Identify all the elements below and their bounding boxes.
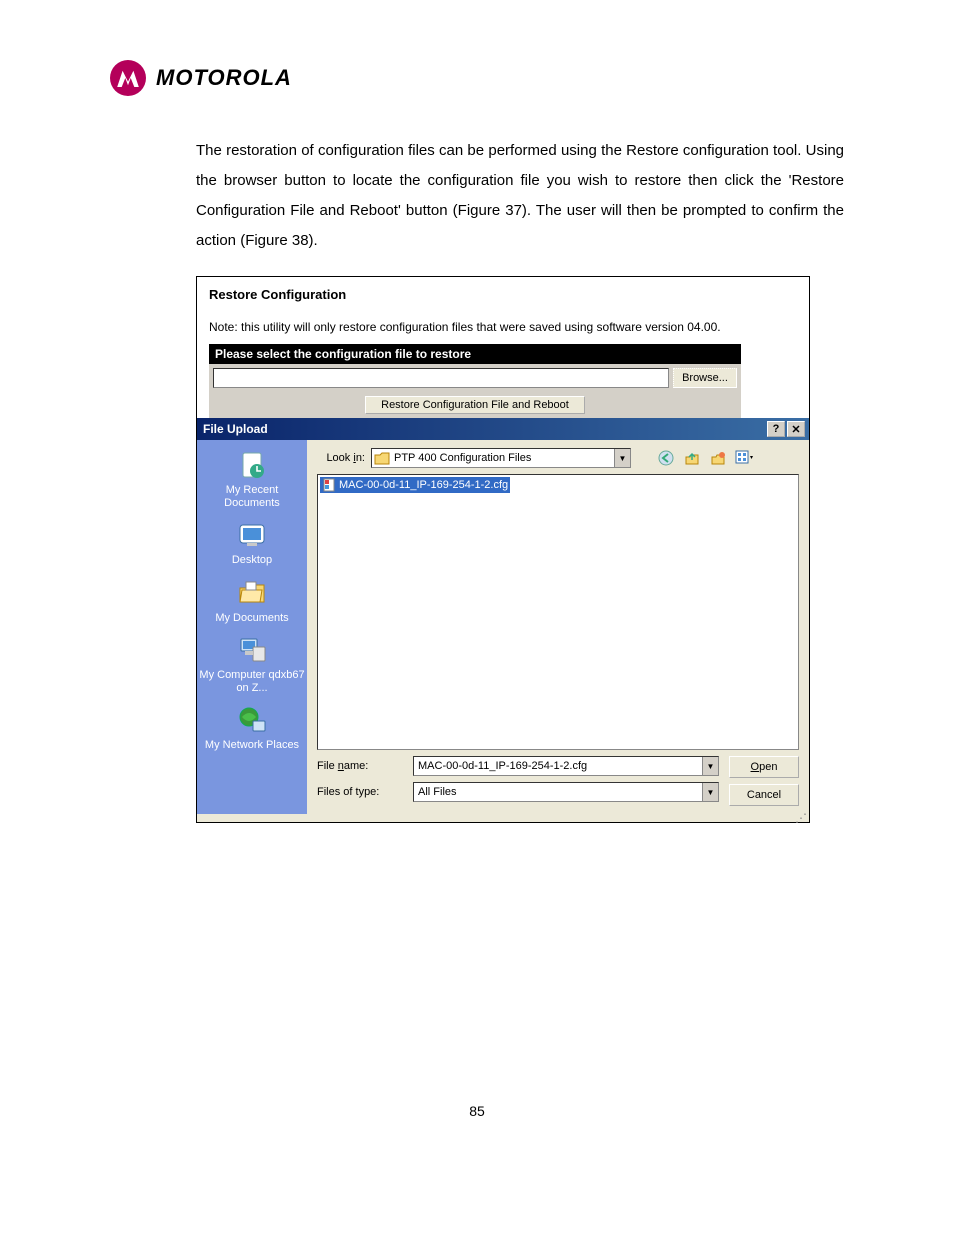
my-network-icon [235, 703, 269, 737]
place-my-network[interactable]: My Network Places [205, 703, 299, 752]
brand-header: MOTOROLA [110, 60, 844, 96]
close-button[interactable]: ✕ [787, 421, 805, 437]
place-recent-documents[interactable]: My Recent Documents [197, 448, 307, 510]
restore-file-input[interactable] [213, 368, 669, 388]
lookin-dropdown[interactable]: PTP 400 Configuration Files ▼ [371, 448, 631, 468]
file-item-selected[interactable]: MAC-00-0d-11_IP-169-254-1-2.cfg [320, 477, 510, 493]
place-desktop[interactable]: Desktop [232, 518, 272, 567]
folder-icon [374, 451, 390, 465]
places-bar: My Recent Documents Desktop [197, 440, 307, 814]
filetype-value: All Files [418, 786, 457, 798]
dialog-title: File Upload [203, 422, 268, 436]
cfg-file-icon [322, 478, 336, 492]
filetype-label: Files of type: [317, 786, 407, 798]
lookin-label: Look in: [317, 452, 365, 464]
place-my-computer[interactable]: My Computer qdxb67 on Z... [197, 633, 307, 695]
file-upload-dialog: File Upload ? ✕ [197, 418, 809, 822]
brand-text: MOTOROLA [156, 65, 292, 91]
filetype-dropdown[interactable]: All Files ▼ [413, 782, 719, 802]
restore-config-panel: Restore Configuration Note: this utility… [197, 277, 809, 418]
motorola-logo-icon [110, 60, 146, 96]
page-number: 85 [110, 1103, 844, 1119]
lookin-value: PTP 400 Configuration Files [394, 452, 531, 464]
filename-label: File name: [317, 760, 407, 772]
dropdown-arrow-icon[interactable]: ▼ [614, 449, 630, 467]
dropdown-arrow-icon[interactable]: ▼ [702, 783, 718, 801]
dialog-titlebar: File Upload ? ✕ [197, 418, 809, 440]
open-button[interactable]: Open [729, 756, 799, 778]
place-label: My Recent Documents [197, 484, 307, 510]
restore-title: Restore Configuration [209, 287, 797, 302]
up-one-level-icon[interactable] [683, 449, 701, 467]
place-label: Desktop [232, 554, 272, 567]
filename-input[interactable]: MAC-00-0d-11_IP-169-254-1-2.cfg ▼ [413, 756, 719, 776]
place-label: My Computer qdxb67 on Z... [197, 669, 307, 695]
body-paragraph: The restoration of configuration files c… [196, 136, 844, 256]
desktop-icon [235, 518, 269, 552]
resize-grip-icon[interactable]: ⋰ [197, 814, 809, 822]
browse-button[interactable]: Browse... [673, 368, 737, 388]
filename-value: MAC-00-0d-11_IP-169-254-1-2.cfg [418, 760, 587, 772]
recent-documents-icon [235, 448, 269, 482]
place-label: My Documents [215, 612, 288, 625]
back-icon[interactable] [657, 449, 675, 467]
my-documents-icon [235, 576, 269, 610]
my-computer-icon [235, 633, 269, 667]
dropdown-arrow-icon[interactable]: ▼ [702, 757, 718, 775]
file-item-name: MAC-00-0d-11_IP-169-254-1-2.cfg [339, 479, 508, 491]
place-my-documents[interactable]: My Documents [215, 576, 288, 625]
restore-reboot-button[interactable]: Restore Configuration File and Reboot [365, 396, 585, 414]
file-list[interactable]: MAC-00-0d-11_IP-169-254-1-2.cfg [317, 474, 799, 750]
figure-screenshot: Restore Configuration Note: this utility… [196, 276, 810, 823]
cancel-button[interactable]: Cancel [729, 784, 799, 806]
help-button[interactable]: ? [767, 421, 785, 437]
new-folder-icon[interactable] [709, 449, 727, 467]
place-label: My Network Places [205, 739, 299, 752]
restore-select-bar: Please select the configuration file to … [209, 344, 741, 364]
restore-note: Note: this utility will only restore con… [209, 320, 797, 334]
view-menu-icon[interactable] [735, 449, 753, 467]
